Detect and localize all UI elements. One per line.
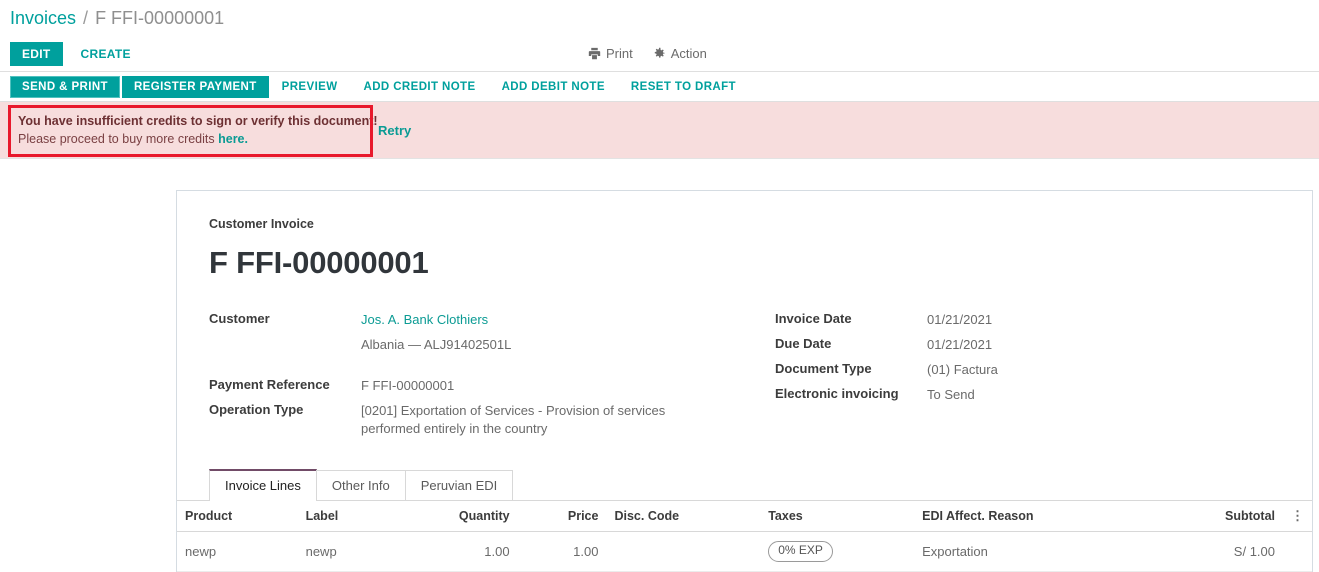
send-and-print-button[interactable]: SEND & PRINT xyxy=(10,75,120,98)
register-payment-button[interactable]: REGISTER PAYMENT xyxy=(121,75,269,98)
tab-peruvian-edi[interactable]: Peruvian EDI xyxy=(404,469,514,500)
column-options-header[interactable]: ⋮ xyxy=(1283,500,1312,532)
workflow-button-bar: SEND & PRINT REGISTER PAYMENT PREVIEW AD… xyxy=(0,72,1319,102)
field-label: Electronic invoicing xyxy=(775,386,899,401)
buy-credits-link[interactable]: here. xyxy=(218,132,248,146)
print-label: Print xyxy=(606,46,633,61)
reset-to-draft-button[interactable]: RESET TO DRAFT xyxy=(618,77,749,97)
breadcrumb-separator: / xyxy=(83,7,89,28)
table-row[interactable]: newp newp 1.00 1.00 0% EXP Exportation S… xyxy=(177,531,1312,572)
tab-label: Other Info xyxy=(331,477,390,493)
invoice-fields-left: Customer Jos. A. Bank Clothiers Albania … xyxy=(209,311,749,445)
action-label: Action xyxy=(670,46,707,61)
column-header-quantity[interactable]: Quantity xyxy=(390,500,518,532)
breadcrumb-current: F FFI-00000001 xyxy=(95,7,225,28)
column-header-edi-affect-reason[interactable]: EDI Affect. Reason xyxy=(914,500,1158,532)
invoice-fields: Customer Jos. A. Bank Clothiers Albania … xyxy=(209,311,1280,445)
customer-address-value: Albania — ALJ91402501L xyxy=(361,337,512,352)
page-title: F FFI-00000001 xyxy=(209,245,429,280)
invoice-sheet: Customer Invoice F FFI-00000001 Customer… xyxy=(176,190,1313,572)
customer-link[interactable]: Jos. A. Bank Clothiers xyxy=(361,311,488,329)
column-header-taxes[interactable]: Taxes xyxy=(760,500,915,532)
field-label: Payment Reference xyxy=(209,377,330,392)
cell-edi-affect-reason[interactable]: Exportation xyxy=(914,531,1158,572)
field-label: Document Type xyxy=(775,361,872,376)
column-header-subtotal[interactable]: Subtotal xyxy=(1157,500,1283,532)
edit-button[interactable]: EDIT xyxy=(10,41,63,66)
cell-subtotal: S/ 1.00 xyxy=(1157,531,1283,572)
column-header-disc-code[interactable]: Disc. Code xyxy=(606,500,761,532)
field-invoice-date: Invoice Date 01/21/2021 xyxy=(775,311,1169,330)
tab-label: Peruvian EDI xyxy=(420,477,498,493)
field-label: Customer xyxy=(209,311,270,326)
field-payment-reference: Payment Reference F FFI-00000001 xyxy=(209,377,749,396)
invoice-lines-table: Product Label Quantity Price Disc. Code … xyxy=(177,500,1312,572)
field-label: Due Date xyxy=(775,336,832,351)
cell-label[interactable]: newp xyxy=(297,531,391,572)
add-credit-note-button[interactable]: ADD CREDIT NOTE xyxy=(351,77,489,97)
field-operation-type: Operation Type [0201] Exportation of Ser… xyxy=(209,402,749,439)
tab-invoice-lines[interactable]: Invoice Lines xyxy=(209,468,317,501)
cell-options xyxy=(1283,531,1312,572)
payment-reference-value: F FFI-00000001 xyxy=(361,378,455,393)
document-kind-label: Customer Invoice xyxy=(209,217,314,231)
alert-title: You have insufficient credits to sign or… xyxy=(18,113,378,128)
electronic-invoicing-value: To Send xyxy=(927,387,975,402)
preview-button[interactable]: PREVIEW xyxy=(269,77,351,97)
field-due-date: Due Date 01/21/2021 xyxy=(775,336,1169,355)
record-action-bar: EDIT CREATE Print Action xyxy=(0,36,1319,72)
due-date-value: 01/21/2021 xyxy=(927,337,993,352)
field-electronic-invoicing: Electronic invoicing To Send xyxy=(775,386,1169,405)
tab-other-info[interactable]: Other Info xyxy=(315,469,406,500)
tab-label: Invoice Lines xyxy=(225,477,301,493)
printer-icon xyxy=(588,47,601,60)
add-debit-note-button[interactable]: ADD DEBIT NOTE xyxy=(489,77,618,97)
column-header-price[interactable]: Price xyxy=(517,500,607,532)
cell-disc-code[interactable] xyxy=(606,531,761,572)
operation-type-value: [0201] Exportation of Services - Provisi… xyxy=(361,403,666,437)
credits-alert-banner: You have insufficient credits to sign or… xyxy=(0,102,1319,159)
cell-price[interactable]: 1.00 xyxy=(517,531,607,572)
print-menu-button[interactable]: Print xyxy=(588,46,633,61)
tax-badge: 0% EXP xyxy=(768,540,833,562)
create-button[interactable]: CREATE xyxy=(69,42,143,66)
invoice-tabs: Invoice Lines Other Info Peruvian EDI xyxy=(177,468,1312,501)
field-customer: Customer Jos. A. Bank Clothiers xyxy=(209,311,749,330)
invoice-date-value: 01/21/2021 xyxy=(927,312,993,327)
field-label: Invoice Date xyxy=(775,311,852,326)
column-header-product[interactable]: Product xyxy=(177,500,298,532)
cell-product[interactable]: newp xyxy=(177,531,298,572)
cell-quantity[interactable]: 1.00 xyxy=(390,531,518,572)
table-header-row: Product Label Quantity Price Disc. Code … xyxy=(177,500,1312,532)
cell-taxes[interactable]: 0% EXP xyxy=(760,531,915,572)
breadcrumb-root-link[interactable]: Invoices xyxy=(10,8,76,29)
retry-link[interactable]: Retry xyxy=(378,123,411,138)
alert-body-prefix: Please proceed to buy more credits xyxy=(18,132,219,146)
document-type-value: (01) Factura xyxy=(927,362,998,377)
alert-body: Please proceed to buy more credits here. xyxy=(18,130,378,148)
field-document-type: Document Type (01) Factura xyxy=(775,361,1169,380)
gear-icon xyxy=(653,47,666,60)
invoice-fields-right: Invoice Date 01/21/2021 Due Date 01/21/2… xyxy=(749,311,1169,445)
vertical-dots-icon[interactable]: ⋮ xyxy=(1291,508,1304,523)
record-toolbar: Print Action xyxy=(588,46,707,61)
breadcrumb: Invoices / F FFI-00000001 xyxy=(0,0,1319,36)
column-header-label[interactable]: Label xyxy=(297,500,391,532)
alert-message: You have insufficient credits to sign or… xyxy=(0,112,378,148)
field-label: Operation Type xyxy=(209,402,304,417)
field-customer-address: Albania — ALJ91402501L xyxy=(209,336,749,355)
action-menu-button[interactable]: Action xyxy=(653,46,707,61)
